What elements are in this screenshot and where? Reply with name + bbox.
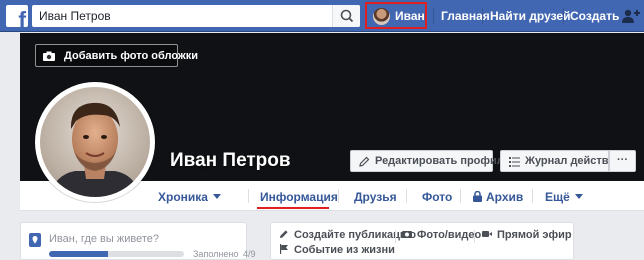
friend-requests-icon[interactable] [622,8,640,24]
tab-divider [248,189,249,203]
photo-video-button[interactable]: Фото/видео [402,229,481,241]
nav-find-friends-link[interactable]: Найти друзей [490,9,570,23]
tab-more[interactable]: Ещё [545,190,583,204]
chevron-down-icon [212,194,221,199]
tab-archive-label: Архив [486,190,524,204]
active-tab-underline [257,207,329,209]
tab-about[interactable]: Информация [260,190,338,204]
edit-profile-button[interactable]: Редактировать профиль [350,150,511,172]
profile-name[interactable]: Иван Петров [170,150,291,172]
profile-photo-image [40,87,150,197]
logo-letter: f [18,7,26,28]
nav-divider [482,8,483,24]
intro-card: Иван, где вы живете? Заполнено 4/9 [20,222,256,260]
search-button[interactable] [332,5,360,27]
search-box [32,5,360,27]
search-icon [340,9,354,23]
search-input[interactable] [32,5,332,27]
avatar [40,87,150,197]
more-options-button[interactable]: ··· [609,150,636,172]
profile-completion-fill [49,251,109,257]
composer-divider [474,230,475,243]
video-camera-icon [482,231,492,237]
completion-label: Заполнено [193,249,239,259]
pencil-icon [280,230,288,238]
live-video-label: Прямой эфир [497,229,572,241]
more-options-label: ··· [617,154,628,166]
nav-divider [563,8,564,24]
avatar [373,8,390,25]
location-pin-icon [29,233,41,247]
nav-user-name: Иван [395,9,425,23]
tab-divider [406,189,407,203]
activity-log-label: Журнал действий [525,155,623,167]
life-event-button[interactable]: Событие из жизни [279,244,395,256]
activity-log-button[interactable]: Журнал действий [500,150,622,172]
chevron-down-icon [574,194,583,199]
nav-divider [433,8,434,24]
camera-icon [43,51,55,61]
edit-profile-label: Редактировать профиль [375,155,511,167]
facebook-logo[interactable]: f [6,5,28,27]
tab-timeline-label: Хроника [158,190,208,204]
tab-timeline[interactable]: Хроника [158,190,221,204]
tab-divider [460,189,461,203]
tab-archive[interactable]: Архив [473,190,523,204]
flag-icon [280,244,288,254]
completion-count: 4/9 [243,249,256,259]
profile-nav-link[interactable]: Иван [365,2,427,29]
lock-icon [473,190,482,202]
composer-divider [395,230,396,243]
photo-video-label: Фото/видео [417,229,482,241]
tab-divider [532,189,533,203]
add-cover-photo-button[interactable]: Добавить фото обложки [35,44,198,67]
create-post-label: Создайте публикацию [294,229,416,241]
camera-icon [402,231,412,238]
tab-photos[interactable]: Фото [422,190,452,204]
tab-more-label: Ещё [545,190,570,204]
nav-create-link[interactable]: Создать [570,9,619,23]
where-do-you-live-prompt[interactable]: Иван, где вы живете? [49,233,159,245]
profile-completion-bar [49,251,184,257]
live-video-button[interactable]: Прямой эфир [482,229,572,241]
pencil-icon [359,156,370,167]
top-navigation-bar: f Иван Главная Найти друзей Создать [0,0,644,32]
tab-divider [338,189,339,203]
life-event-label: Событие из жизни [294,244,395,256]
profile-picture[interactable] [35,82,155,202]
post-composer: Создайте публикацию Фото/видео Прямой эф… [270,222,574,260]
list-icon [509,157,520,167]
add-cover-photo-label: Добавить фото обложки [64,50,198,62]
tab-friends[interactable]: Друзья [354,190,397,204]
